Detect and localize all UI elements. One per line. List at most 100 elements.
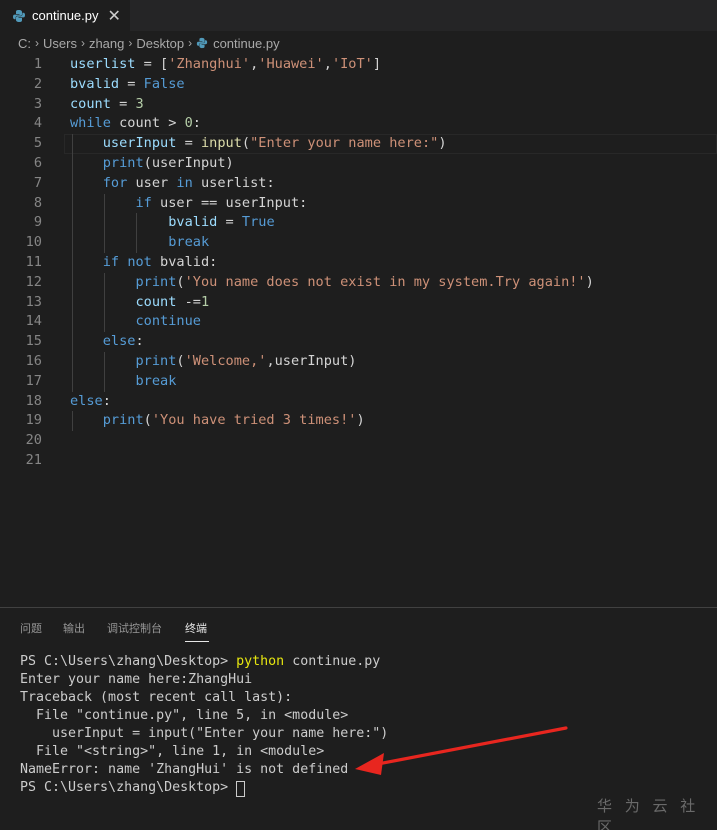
code-token: 'Zhanghui' [168,56,251,72]
breadcrumb-file[interactable]: continue.py [213,36,280,51]
terminal-text: File "<string>", line 1, in <module> [20,744,325,759]
code-token: : [192,115,201,132]
watermark: 华 为 云 社 区 [597,797,700,830]
breadcrumb-desktop[interactable]: Desktop [136,36,184,51]
terminal-text: Enter your name here:ZhangHui [20,672,253,687]
code-token: False [143,75,185,92]
terminal-text: Traceback (most recent call last): [20,690,293,705]
code-token: "Enter your name here:" [250,135,439,152]
code-editor[interactable]: 1 userlist = ['Zhanghui','Huawei','IoT'] 2… [0,55,717,605]
code-token: (userInput) [143,155,234,171]
tab-problems[interactable]: 问题 [20,620,42,636]
line-number: 6 [33,155,42,171]
code-token: userInput [102,135,177,152]
line-number: 19 [25,412,42,429]
chevron-right-icon: › [35,36,39,50]
tab-label: continue.py [32,8,99,23]
code-token: ) [356,412,365,429]
code-line: 10 break [0,233,717,253]
indent-guide [136,213,137,253]
code-text: userlist = ['Zhanghui','Huawei','IoT'] [70,55,381,75]
code-text: print(userInput) [70,154,234,174]
terminal-text: continue.py [284,654,381,669]
close-icon[interactable]: ✕ [108,7,121,24]
code-token: 0 [184,115,193,132]
terminal-text: userInput = input("Enter your name here:… [20,726,389,741]
breadcrumb-drive[interactable]: C: [18,36,31,51]
line-number: 20 [25,432,42,449]
code-token: input [200,135,242,152]
tab-continue-py[interactable]: continue.py ✕ [0,0,130,31]
tab-debug-console[interactable]: 调试控制台 [107,620,162,636]
python-file-icon [13,9,25,22]
indent-guide [72,411,73,432]
code-token: = [217,214,242,231]
code-text: while count > 0: [70,114,201,134]
code-text: continue [70,312,200,332]
terminal-line: Traceback (most recent call last): [20,689,292,707]
code-token: ( [143,412,152,429]
breadcrumb-zhang[interactable]: zhang [89,36,124,51]
code-line: 21 [0,451,717,471]
code-token: ) [438,135,447,152]
code-token: count [135,293,177,310]
code-token: = [ [135,56,169,72]
terminal-text: File "continue.py", line 5, in <module> [20,708,349,723]
python-file-icon [196,37,208,49]
code-token: user == userInput: [151,194,308,211]
code-text: else: [70,392,111,412]
code-token: True [241,214,275,231]
line-number: 17 [25,372,42,389]
breadcrumb-users[interactable]: Users [43,36,77,51]
code-token: 'Huawei' [258,56,324,72]
indent-guide [104,193,105,253]
code-token: not [127,254,152,270]
code-line: 14 continue [0,312,717,332]
code-text: if user == userInput: [70,194,307,214]
code-token: count [70,95,111,112]
terminal-text: NameError: name 'ZhangHui' is not define… [20,762,349,777]
code-line: 19 print('You have tried 3 times!') [0,411,717,431]
code-token: bvalid: [151,254,218,270]
chevron-right-icon: › [128,36,133,50]
code-token: userlist [70,56,136,72]
line-number: 2 [33,75,42,92]
code-token: = [110,95,136,112]
code-token: ( [241,135,251,152]
code-text: count -=1 [70,293,209,313]
code-text: break [70,372,176,392]
code-text: print('You name does not exist in my sys… [70,273,594,293]
terminal-text: PS C:\Users\zhang\Desktop> [20,780,237,795]
tab-output[interactable]: 输出 [63,620,85,636]
code-token: else [102,333,136,350]
code-line: 13 count -=1 [0,293,717,313]
code-text: bvalid = False [70,75,185,95]
line-number: 3 [33,95,42,112]
terminal-text: PS C:\Users\zhang\Desktop> [20,654,237,669]
code-token: 3 [135,95,144,112]
code-token: 1 [200,293,210,310]
code-token: 'IoT' [331,56,373,72]
code-line: 1 userlist = ['Zhanghui','Huawei','IoT'] [0,55,717,75]
code-token: count > [110,115,185,132]
terminal-cursor [236,781,245,797]
code-token: ) [585,273,594,290]
terminal-line: PS C:\Users\zhang\Desktop> [20,779,236,797]
code-token: print [135,353,177,369]
code-text: count = 3 [70,95,144,115]
terminal-text: python [236,654,285,669]
terminal-line: File "<string>", line 1, in <module> [20,743,324,761]
tab-terminal[interactable]: 终端 [185,620,207,636]
code-token: 'You name does not exist in my system.Tr… [184,273,586,290]
code-line: 15 else: [0,332,717,352]
code-token: if [102,254,120,270]
terminal-line: File "continue.py", line 5, in <module> [20,707,348,725]
code-text: print('You have tried 3 times!') [70,411,365,431]
